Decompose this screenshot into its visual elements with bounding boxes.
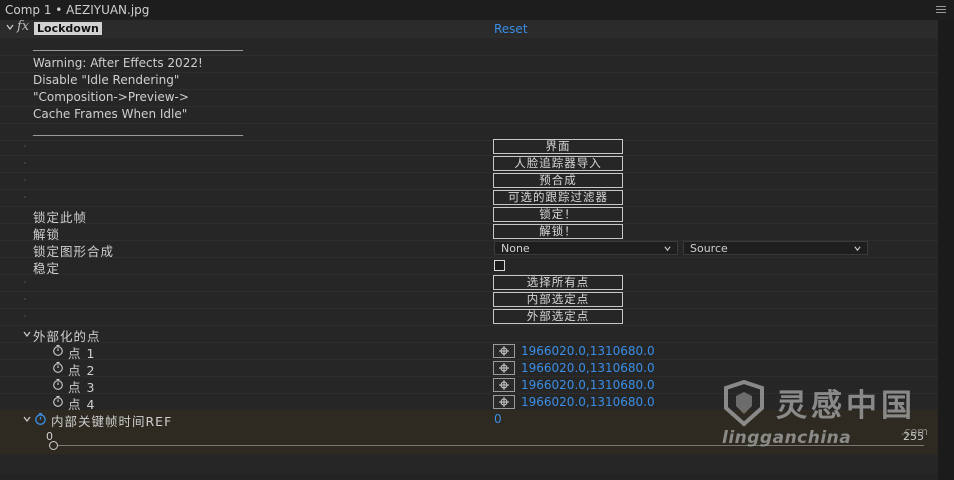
keyframe-ref-label: 内部关键帧时间REF	[51, 414, 173, 429]
panel-menu-icon[interactable]	[936, 6, 946, 15]
panel-scrollbar[interactable]	[938, 20, 954, 480]
lock-button[interactable]: 锁定！	[493, 207, 623, 222]
point-coordinates[interactable]: 1966020.0,1310680.0	[521, 395, 655, 409]
chevron-down-icon[interactable]	[23, 330, 31, 338]
param-row: 界面	[0, 138, 938, 156]
fx-icon[interactable]: fx	[17, 19, 29, 34]
stopwatch-icon[interactable]	[52, 378, 64, 390]
note-text: Cache Frames When Idle"	[33, 107, 188, 121]
param-row: 预合成	[0, 172, 938, 190]
param-row: 稳定	[0, 257, 938, 276]
param-row: 可选的跟踪过滤器	[0, 189, 938, 207]
interface-button[interactable]: 界面	[493, 139, 623, 154]
note-row: Warning: After Effects 2022!	[0, 55, 938, 73]
watermark-url-suffix: .com	[901, 425, 928, 438]
select-all-points-button[interactable]: 选择所有点	[493, 275, 623, 290]
effect-name[interactable]: Lockdown	[34, 22, 102, 35]
watermark-url: lingganchina	[722, 428, 852, 448]
param-row: 外部选定点	[0, 308, 938, 326]
keyframe-ref-value[interactable]: 0	[494, 412, 502, 426]
param-row: 人脸追踪器导入	[0, 155, 938, 173]
stopwatch-icon[interactable]	[34, 412, 47, 425]
optional-track-filter-button[interactable]: 可选的跟踪过滤器	[493, 190, 623, 205]
panel-titlebar: Comp 1 • AEZIYUAN.jpg	[0, 0, 954, 21]
point-coordinates[interactable]: 1966020.0,1310680.0	[521, 378, 655, 392]
stopwatch-icon[interactable]	[52, 395, 64, 407]
param-row: 解锁 解锁！	[0, 223, 938, 242]
effect-header-row: fx Lockdown Reset	[0, 19, 938, 38]
stopwatch-icon[interactable]	[52, 344, 64, 356]
crosshair-icon[interactable]	[493, 361, 515, 375]
point-row: 点 2 1966020.0,1310680.0	[0, 359, 938, 378]
precompose-button[interactable]: 预合成	[493, 173, 623, 188]
param-row: 锁定图形合成 None Source	[0, 240, 938, 259]
param-row: 选择所有点	[0, 274, 938, 292]
internal-selected-point-button[interactable]: 内部选定点	[493, 292, 623, 307]
unlock-button[interactable]: 解锁！	[493, 224, 623, 239]
point-coordinates[interactable]: 1966020.0,1310680.0	[521, 344, 655, 358]
point-row: 点 1 1966020.0,1310680.0	[0, 342, 938, 361]
note-row: "Composition->Preview->	[0, 89, 938, 107]
crosshair-icon[interactable]	[493, 344, 515, 358]
chevron-down-icon[interactable]	[6, 23, 14, 31]
stabilize-checkbox[interactable]	[494, 260, 505, 271]
separator-line: ___________________________________	[33, 37, 243, 51]
point-coordinates[interactable]: 1966020.0,1310680.0	[521, 361, 655, 375]
crosshair-icon[interactable]	[493, 395, 515, 409]
chevron-down-icon	[664, 246, 671, 252]
brand-logo-icon	[724, 379, 764, 427]
crosshair-icon[interactable]	[493, 378, 515, 392]
separator-line: ___________________________________	[33, 122, 243, 136]
keyframe-ref-slider-thumb[interactable]	[49, 441, 58, 450]
note-row: Disable "Idle Rendering"	[0, 72, 938, 90]
note-text: Warning: After Effects 2022!	[33, 56, 203, 70]
chevron-down-icon	[854, 246, 861, 252]
note-row: ___________________________________	[0, 37, 938, 56]
note-text: "Composition->Preview->	[33, 90, 189, 104]
source-dropdown-value: Source	[690, 242, 728, 255]
layer-dropdown-value: None	[501, 242, 530, 255]
layer-dropdown[interactable]: None	[494, 241, 678, 255]
source-dropdown[interactable]: Source	[683, 241, 868, 255]
externalized-points-group: 外部化的点	[0, 325, 938, 344]
chevron-down-icon[interactable]	[23, 415, 31, 423]
external-selected-point-button[interactable]: 外部选定点	[493, 309, 623, 324]
watermark: 灵感中国 lingganchina .com	[718, 378, 938, 448]
watermark-brand: 灵感中国	[776, 388, 916, 424]
stopwatch-icon[interactable]	[52, 361, 64, 373]
panel-title: Comp 1 • AEZIYUAN.jpg	[5, 3, 150, 17]
param-row: 锁定此帧 锁定！	[0, 206, 938, 225]
face-tracker-import-button[interactable]: 人脸追踪器导入	[493, 156, 623, 171]
param-row: 内部选定点	[0, 291, 938, 309]
note-text: Disable "Idle Rendering"	[33, 73, 180, 87]
reset-button[interactable]: Reset	[494, 22, 528, 36]
